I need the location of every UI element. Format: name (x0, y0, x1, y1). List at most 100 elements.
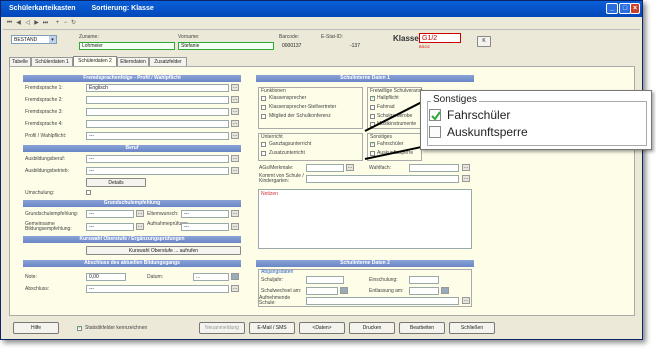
kommt-von-field[interactable] (306, 175, 459, 183)
einschulung-field[interactable] (409, 276, 439, 284)
ausbildungsbetrieb-lookup[interactable]: … (231, 167, 239, 174)
aufnehmende-lookup[interactable]: … (462, 297, 470, 304)
zusatzunterricht-checkbox[interactable] (261, 151, 266, 156)
beruf-header: Beruf (23, 145, 241, 152)
fremdsprache-1-field[interactable]: Englisch (86, 84, 229, 92)
klasse-k-button[interactable]: K (477, 36, 491, 47)
umschulung-checkbox[interactable] (86, 190, 91, 195)
kurswahl-button[interactable]: Kurswahl Oberstufe ... aufrufen (86, 246, 241, 255)
abschluss-lookup[interactable]: … (231, 285, 239, 292)
callout-auskunftsperre-checkbox[interactable] (429, 126, 441, 138)
email-sms-button[interactable]: E-Mail / SMS (249, 322, 295, 334)
first-record-icon[interactable]: ⏮ (5, 19, 14, 28)
ausbildungsberuf-lookup[interactable]: … (231, 155, 239, 162)
fahrrad-label: Fahrrad (377, 104, 395, 110)
tab-schuelerdaten-2[interactable]: Schülerdaten 2 (73, 56, 117, 66)
aufnahmepruefung-lookup[interactable]: … (231, 223, 239, 230)
hilfe-button[interactable]: Hilfe (13, 322, 59, 334)
profil-lookup[interactable]: … (231, 132, 239, 139)
estatid-label: E-Stat-ID: (321, 34, 343, 40)
refresh-icon[interactable]: ↻ (69, 19, 78, 28)
statistik-checkbox[interactable] (77, 325, 82, 331)
fremdsprache-4-field[interactable] (86, 120, 229, 128)
aufnehmende-field[interactable] (306, 297, 459, 305)
fremdsprache-3-lookup[interactable]: … (231, 108, 239, 115)
entlassung-field[interactable] (409, 287, 439, 295)
elternwunsch-field[interactable]: --- (181, 210, 229, 218)
klasse-value[interactable]: G1/2 (419, 33, 461, 43)
estatid-value: -137 (349, 43, 360, 49)
klassensprecher-checkbox[interactable] (261, 96, 266, 101)
gem-empfehlung-lookup[interactable]: … (136, 223, 144, 230)
schliessen-button[interactable]: Schließen (449, 322, 495, 334)
entlassung-calendar-icon[interactable] (441, 287, 449, 294)
fremdsprache-4-lookup[interactable]: … (231, 120, 239, 127)
ausbildungsberuf-label: Ausbildungsberuf: (25, 156, 66, 162)
fremdsprache-2-field[interactable] (86, 96, 229, 104)
zuname-label: Zuname: (79, 34, 99, 40)
gem-empfehlung-label: Gemeinsame Bildungsempfehlung: (25, 221, 72, 232)
ganztag-checkbox[interactable] (261, 142, 266, 147)
callout-fahrschueler-checkbox[interactable] (429, 109, 441, 121)
abschluss-field[interactable]: --- (86, 285, 229, 293)
bearbeiten-button[interactable]: Bearbeiten (399, 322, 445, 334)
tab-elterndaten[interactable]: Elterndaten (117, 57, 149, 66)
gs-empfehlung-lookup[interactable]: … (136, 210, 144, 217)
wahlfach-field[interactable] (409, 164, 459, 172)
hallpflicht-checkbox[interactable] (370, 95, 375, 101)
fremdsprache-3-field[interactable] (86, 108, 229, 116)
tab-tabelle[interactable]: Tabelle (9, 57, 31, 66)
daten-button[interactable]: <Daten> (299, 322, 345, 334)
gs-empfehlung-label: Grundschulempfehlung: (25, 211, 79, 217)
intern1-header: Schulinterne Daten 1 (256, 75, 474, 82)
minimize-icon[interactable]: _ (606, 3, 618, 14)
close-icon[interactable]: × (630, 3, 640, 14)
title-bar: Schülerkarteikasten Sortierung: Klasse _… (1, 1, 642, 17)
schulwechsel-calendar-icon[interactable] (340, 287, 348, 294)
vorname-field[interactable]: Stefanie (178, 42, 274, 50)
hallpflicht-label: Hallpflicht (377, 95, 399, 101)
ausbildungsberuf-field[interactable]: --- (86, 155, 229, 163)
notizen-label: Notizen (261, 191, 278, 197)
note-field[interactable]: 0,00 (86, 273, 126, 281)
elternwunsch-lookup[interactable]: … (231, 210, 239, 217)
next-record-icon[interactable]: ▶ (32, 19, 41, 28)
ag-field[interactable] (306, 164, 344, 172)
schuljahr-field[interactable] (306, 276, 344, 284)
gs-empfehlung-field[interactable]: --- (86, 210, 134, 218)
gem-empfehlung-field[interactable]: --- (86, 223, 134, 231)
ausbildungsbetrieb-field[interactable]: --- (86, 167, 229, 175)
wahlfach-label: Wahlfach: (369, 165, 392, 171)
ag-lookup[interactable]: … (346, 164, 354, 171)
last-record-icon[interactable]: ⏭ (41, 19, 50, 28)
aufnahmepruefung-field[interactable]: --- (181, 223, 229, 231)
callout-fahrschueler-label: Fahrschüler (447, 108, 511, 122)
zuname-field[interactable]: Lohmeier (79, 42, 175, 50)
prev-page-icon[interactable]: ◁ (23, 19, 32, 28)
fahrschueler-checkbox[interactable] (370, 141, 375, 147)
tab-schuelerdaten-1[interactable]: Schülerdaten 1 (31, 57, 73, 66)
state-select[interactable]: BESTAND ▾ (11, 35, 57, 44)
schulgarderobe-checkbox[interactable] (370, 114, 375, 119)
kommt-von-lookup[interactable]: … (462, 175, 470, 182)
profil-field[interactable]: --- (86, 132, 229, 140)
wahlfach-lookup[interactable]: … (462, 164, 470, 171)
tab-zusatzfelder[interactable]: Zusatzfelder (149, 57, 187, 66)
schulkonferenz-checkbox[interactable] (261, 114, 266, 119)
window-title: Schülerkarteikasten (9, 5, 76, 12)
fremdsprache-4-label: Fremdsprache 4: (25, 121, 63, 127)
details-button[interactable]: Details (86, 178, 146, 187)
fahrrad-checkbox[interactable] (370, 105, 375, 110)
prev-record-icon[interactable]: ◀ (14, 19, 23, 28)
fremdsprache-2-lookup[interactable]: … (231, 96, 239, 103)
neuanmeldung-button[interactable]: Neuanmeldung (199, 322, 245, 334)
notizen-area[interactable]: Notizen (258, 189, 472, 249)
schulwechsel-field[interactable] (306, 287, 338, 295)
stellvertreter-checkbox[interactable] (261, 105, 266, 110)
datum-field[interactable]: ... (193, 273, 229, 281)
stellvertreter-label: Klassensprecher-Stellvertreter (269, 104, 337, 110)
fremdsprache-1-lookup[interactable]: … (231, 84, 239, 91)
drucken-button[interactable]: Drucken (349, 322, 395, 334)
calendar-icon[interactable] (231, 273, 239, 280)
fremdsprachen-header: Fremdsprachenfolge - Profil / Wahlpflich… (23, 75, 241, 82)
